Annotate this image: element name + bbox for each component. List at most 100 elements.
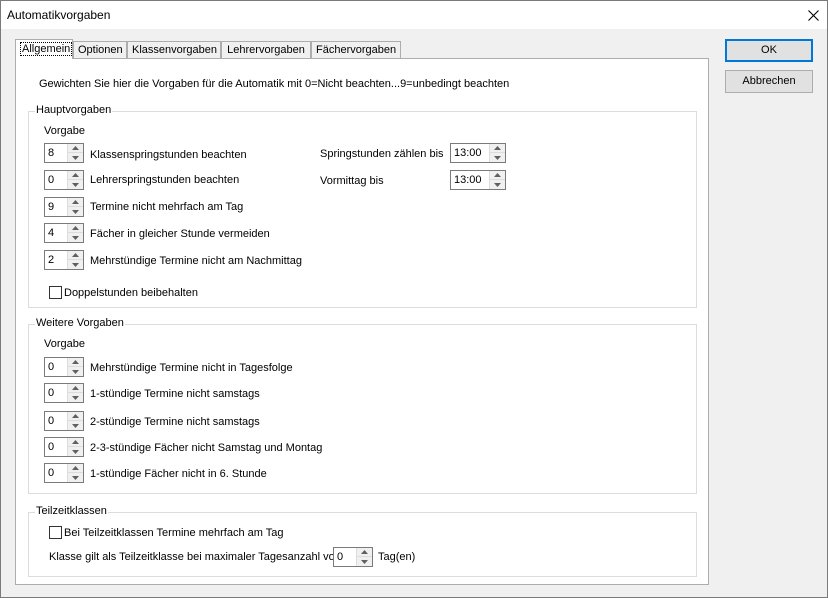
tab-lehrervorgaben[interactable]: Lehrervorgaben xyxy=(221,41,311,58)
spin-down-button[interactable] xyxy=(68,153,83,162)
spin-faecher-gleiche-stunde[interactable]: 4 xyxy=(44,223,84,243)
spin-up-button[interactable] xyxy=(68,438,83,447)
row-label: Lehrerspringstunden beachten xyxy=(90,174,240,186)
arrow-down-icon xyxy=(72,209,79,214)
spin-value: 0 xyxy=(48,361,55,373)
spin-down-button[interactable] xyxy=(68,233,83,242)
group-title: Teilzeitklassen xyxy=(35,505,108,517)
row-label: Fächer in gleicher Stunde vermeiden xyxy=(90,228,270,240)
spin-up-button[interactable] xyxy=(68,358,83,367)
row-label: 1-stündige Termine nicht samstags xyxy=(90,388,260,400)
spin-up-button[interactable] xyxy=(68,412,83,421)
teilzeit-unit-label: Tag(en) xyxy=(378,551,416,563)
spin-value: 13:00 xyxy=(454,174,482,186)
arrow-down-icon xyxy=(72,262,79,267)
spin-down-button[interactable] xyxy=(68,421,83,430)
spin-down-button[interactable] xyxy=(68,447,83,456)
teilzeit-mehrfach-label: Bei Teilzeitklassen Termine mehrfach am … xyxy=(64,527,284,539)
spin-up-button[interactable] xyxy=(68,384,83,393)
spin-value: 0 xyxy=(48,467,55,479)
spin-buttons xyxy=(67,144,83,162)
spin-2-stuendige-samstags[interactable]: 0 xyxy=(44,411,84,431)
spin-buttons xyxy=(356,548,372,566)
cancel-button[interactable]: Abbrechen xyxy=(725,70,813,93)
arrow-up-icon xyxy=(494,173,501,177)
arrow-up-icon xyxy=(361,550,368,554)
vormittag-label: Vormittag bis xyxy=(320,175,384,187)
spin-buttons xyxy=(489,171,505,189)
spin-buttons xyxy=(67,171,83,189)
spin-buttons xyxy=(67,358,83,376)
teilzeit-max-label: Klasse gilt als Teilzeitklasse bei maxim… xyxy=(49,551,341,563)
arrow-down-icon xyxy=(361,559,368,564)
row-label: Klassenspringstunden beachten xyxy=(90,149,247,161)
spin-value: 0 xyxy=(337,551,344,563)
tab-faechervorgaben[interactable]: Fächervorgaben xyxy=(311,41,401,58)
teilzeit-mehrfach-checkbox[interactable] xyxy=(49,526,62,539)
spin-down-button[interactable] xyxy=(68,207,83,216)
arrow-down-icon xyxy=(494,155,501,160)
spin-vormittag-bis[interactable]: 13:00 xyxy=(450,170,506,190)
spin-lehrerspringstunden[interactable]: 0 xyxy=(44,170,84,190)
spin-buttons xyxy=(489,144,505,162)
arrow-up-icon xyxy=(72,440,79,444)
arrow-down-icon xyxy=(72,449,79,454)
arrow-up-icon xyxy=(72,226,79,230)
group-weitere-vorgaben: Weitere Vorgaben Vorgabe 0 Mehrstündige … xyxy=(28,317,697,494)
spin-buttons xyxy=(67,384,83,402)
doppelstunden-checkbox[interactable] xyxy=(49,286,62,299)
spin-up-button[interactable] xyxy=(68,251,83,260)
tab-klassenvorgaben[interactable]: Klassenvorgaben xyxy=(127,41,221,58)
spin-down-button[interactable] xyxy=(68,367,83,376)
spin-down-button[interactable] xyxy=(357,557,372,566)
spin-mehrstuendige-nachmittag[interactable]: 2 xyxy=(44,250,84,270)
spin-value: 13:00 xyxy=(454,147,482,159)
close-button[interactable] xyxy=(799,1,827,29)
group-title: Weitere Vorgaben xyxy=(35,317,125,329)
spin-1-stuendige-samstags[interactable]: 0 xyxy=(44,383,84,403)
row-label: Termine nicht mehrfach am Tag xyxy=(90,201,244,213)
spin-up-button[interactable] xyxy=(68,171,83,180)
group-title: Hauptvorgaben xyxy=(35,104,113,116)
window-title: Automatikvorgaben xyxy=(7,8,111,22)
arrow-down-icon xyxy=(72,423,79,428)
tab-label: Allgemein xyxy=(20,42,73,56)
spin-down-button[interactable] xyxy=(490,153,505,162)
spin-down-button[interactable] xyxy=(68,393,83,402)
spin-up-button[interactable] xyxy=(68,144,83,153)
arrow-up-icon xyxy=(72,173,79,177)
doppelstunden-label: Doppelstunden beibehalten xyxy=(64,287,198,299)
springstunden-label: Springstunden zählen bis xyxy=(320,148,444,160)
spin-mehrstuendige-tagesfolge[interactable]: 0 xyxy=(44,357,84,377)
spin-termine-mehrfach[interactable]: 9 xyxy=(44,197,84,217)
spin-klassenspringstunden[interactable]: 8 xyxy=(44,143,84,163)
spin-buttons xyxy=(67,464,83,482)
spin-up-button[interactable] xyxy=(357,548,372,557)
spin-value: 2 xyxy=(48,254,55,266)
spin-up-button[interactable] xyxy=(490,171,505,180)
arrow-down-icon xyxy=(72,235,79,240)
tab-optionen[interactable]: Optionen xyxy=(73,41,127,58)
spin-down-button[interactable] xyxy=(490,180,505,189)
spin-springstunden-zaehlen-bis[interactable]: 13:00 xyxy=(450,143,506,163)
spin-1-stuendige-6-stunde[interactable]: 0 xyxy=(44,463,84,483)
spin-up-button[interactable] xyxy=(68,224,83,233)
spin-up-button[interactable] xyxy=(68,464,83,473)
ok-button[interactable]: OK xyxy=(725,39,813,62)
row-label: Mehrstündige Termine nicht am Nachmittag xyxy=(90,255,302,267)
arrow-up-icon xyxy=(72,386,79,390)
arrow-up-icon xyxy=(72,360,79,364)
spin-down-button[interactable] xyxy=(68,473,83,482)
spin-down-button[interactable] xyxy=(68,180,83,189)
tab-allgemein[interactable]: Allgemein xyxy=(15,39,73,59)
spin-up-button[interactable] xyxy=(68,198,83,207)
spin-teilzeit-max-tage[interactable]: 0 xyxy=(333,547,373,567)
arrow-up-icon xyxy=(494,146,501,150)
spin-2-3-stuendige-faecher[interactable]: 0 xyxy=(44,437,84,457)
spin-down-button[interactable] xyxy=(68,260,83,269)
spin-buttons xyxy=(67,251,83,269)
arrow-down-icon xyxy=(72,369,79,374)
group-teilzeitklassen: Teilzeitklassen Bei Teilzeitklassen Term… xyxy=(28,505,697,577)
spin-up-button[interactable] xyxy=(490,144,505,153)
tab-label: Klassenvorgaben xyxy=(132,44,218,56)
